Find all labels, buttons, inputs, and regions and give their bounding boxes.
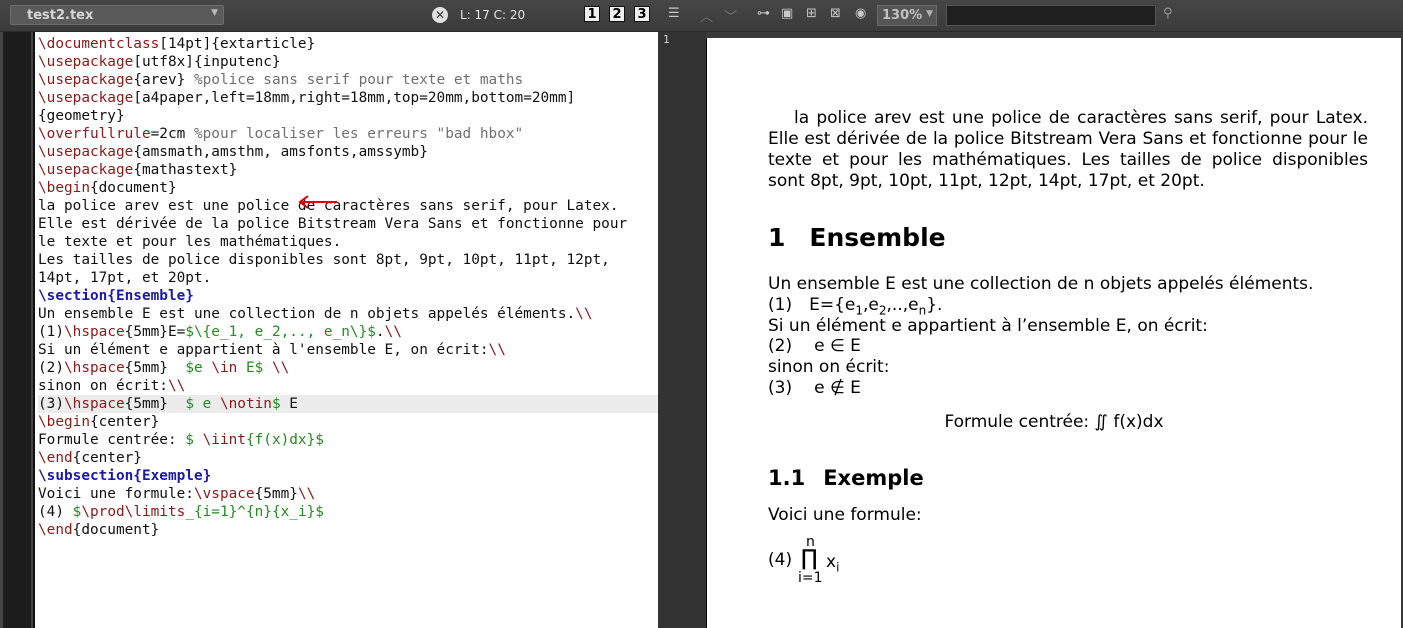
equation-2: (2) e ∈ E [768, 336, 861, 357]
paragraph-1: Un ensemble E est une collection de n ob… [768, 274, 1314, 294]
close-icon[interactable]: ✕ [432, 7, 448, 23]
code-line[interactable]: \section{Ensemble} [38, 287, 658, 305]
centered-formula: Formule centrée: ∬ f(x)dx [944, 412, 1164, 432]
product-symbol: ∏ [801, 546, 818, 571]
code-line[interactable]: (3)\hspace{5mm} $ e \notin$ E [38, 395, 658, 413]
eq1-label: (1) [768, 295, 793, 315]
paragraph-3: sinon on écrit: [768, 357, 890, 377]
code-line[interactable]: Elle est dérivée de la police Bitstream … [38, 215, 658, 233]
chevron-down-icon[interactable]: ﹀ [724, 6, 737, 25]
section-heading: 1 Ensemble [768, 223, 946, 252]
code-line[interactable]: \subsection{Exemple} [38, 467, 658, 485]
view-button-1[interactable]: 1 [584, 6, 600, 22]
product-sub: i [836, 560, 840, 575]
code-line[interactable]: \begin{document} [38, 179, 658, 197]
code-line[interactable]: 14pt, 17pt, et 20pt. [38, 269, 658, 287]
chevron-down-icon: ▼ [926, 9, 933, 19]
code-line[interactable]: la police arev est une police de caractè… [38, 197, 658, 215]
file-name: test2.tex [27, 8, 94, 23]
code-line[interactable]: \usepackage[a4paper,left=18mm,right=18mm… [38, 89, 658, 107]
code-line[interactable]: \begin{center} [38, 413, 658, 431]
paragraph-4: Voici une formule: [768, 505, 922, 525]
code-line[interactable]: \usepackage{mathastext} [38, 161, 658, 179]
source-editor[interactable]: \documentclass[14pt]{extarticle} \usepack… [33, 32, 658, 628]
intro-paragraph: la police arev est une police de caractè… [768, 108, 1368, 191]
zoom-in-icon[interactable]: ⊞ [806, 6, 817, 21]
view-button-2[interactable]: 2 [609, 6, 625, 22]
code-line[interactable]: \end{document} [38, 521, 658, 539]
code-line[interactable]: \end{center} [38, 449, 658, 467]
subsection-title: Exemple [823, 466, 924, 490]
product-var: x [826, 552, 837, 572]
chevron-down-icon: ▼ [211, 8, 218, 18]
section-number: 1 [768, 223, 786, 252]
zoom-out-icon[interactable]: ⊠ [830, 6, 841, 21]
zoom-value: 130% [882, 8, 923, 23]
toolbar: test2.tex ▼ ✕ L: 17 C: 20 1 2 3 ☰ ︿ ﹀ ⊶ … [0, 0, 1403, 32]
code-line[interactable]: Voici une formule:\vspace{5mm}\\ [38, 485, 658, 503]
code-lines[interactable]: \documentclass[14pt]{extarticle} \usepack… [38, 35, 658, 539]
code-line[interactable]: \overfullrule=2cm %pour localiser les er… [38, 125, 658, 143]
code-line[interactable]: \usepackage{amsmath,amsthm, amsfonts,ams… [38, 143, 658, 161]
code-line[interactable]: (1)\hspace{5mm}E=$\{e_1, e_2,.., e_n\}$.… [38, 323, 658, 341]
eq2-label: (2) [768, 336, 793, 356]
zoom-select[interactable]: 130% ▼ [877, 5, 937, 26]
code-line[interactable]: Formule centrée: $ \iint{f(x)dx}$ [38, 431, 658, 449]
fit-page-icon[interactable]: ▣ [781, 6, 793, 21]
product-term: xi [826, 552, 839, 578]
code-line[interactable]: \documentclass[14pt]{extarticle} [38, 35, 658, 53]
structure-list-icon[interactable]: ☰ [668, 6, 680, 21]
file-selector[interactable]: test2.tex ▼ [10, 5, 224, 25]
cursor-position: L: 17 C: 20 [460, 8, 526, 22]
code-line[interactable]: (4) $\prod\limits_{i=1}^{n}{x_i}$ [38, 503, 658, 521]
code-line[interactable]: \usepackage[utf8x]{inputenc} [38, 53, 658, 71]
code-line[interactable]: (2)\hspace{5mm} $e \in E$ \\ [38, 359, 658, 377]
code-line[interactable]: sinon on écrit:\\ [38, 377, 658, 395]
code-line[interactable]: Si un élément e appartient à l'ensemble … [38, 341, 658, 359]
section-title: Ensemble [809, 223, 946, 252]
equation-3: (3) e ∉ E [768, 378, 861, 399]
chevron-up-icon[interactable]: ︿ [700, 6, 713, 25]
code-line[interactable]: le texte et pour les mathématiques. [38, 233, 658, 251]
page-number: 1 [663, 33, 670, 46]
product-lower: i=1 [798, 570, 823, 586]
view-button-3[interactable]: 3 [634, 6, 650, 22]
eq3-label: (3) [768, 378, 793, 398]
eq3: e ∉ E [814, 378, 861, 398]
subsection-heading: 1.1 Exemple [768, 466, 924, 490]
search-icon[interactable]: ⚲ [1163, 6, 1173, 21]
subsection-number: 1.1 [768, 466, 806, 490]
red-arrow-annotation [298, 195, 337, 209]
eq2: e ∈ E [814, 336, 861, 356]
code-line[interactable]: {geometry} [38, 107, 658, 125]
preview-margin [658, 32, 706, 628]
code-line[interactable]: \usepackage{arev} %police sans serif pou… [38, 71, 658, 89]
code-line[interactable]: Les tailles de police disponibles sont 8… [38, 251, 658, 269]
code-line[interactable]: Un ensemble E est une collection de n ob… [38, 305, 658, 323]
fit-width-icon[interactable]: ⊶ [757, 6, 770, 21]
paragraph-2: Si un élément e appartient à l’ensemble … [768, 316, 1208, 336]
pdf-preview[interactable]: la police arev est une police de caractè… [706, 38, 1401, 628]
eq4-label: (4) [768, 550, 793, 570]
search-input[interactable] [946, 5, 1156, 26]
line-number-gutter [3, 32, 31, 628]
eye-icon[interactable]: ◉ [855, 6, 866, 21]
